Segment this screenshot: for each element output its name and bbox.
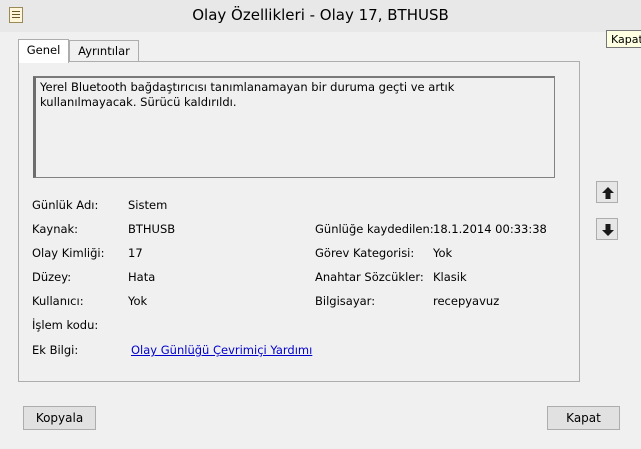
source-label: Kaynak: [32,222,79,236]
close-window-button[interactable] [601,0,641,32]
close-tooltip: Kapat [606,30,641,48]
keywords-value: Klasik [433,270,467,284]
online-help-link[interactable]: Olay Günlüğü Çevrimiçi Yardımı [131,343,312,357]
more-info-label: Ek Bilgi: [32,343,79,357]
opcode-label: İşlem kodu: [32,318,99,332]
user-value: Yok [128,294,148,308]
logged-label: Günlüğe kaydedilen: [315,222,434,236]
logged-value: 18.1.2014 00:33:38 [433,222,547,236]
log-name-value: Sistem [128,198,168,212]
close-button[interactable]: Kapat [547,406,620,430]
event-properties-window: Olay Özellikleri - Olay 17, BTHUSB Kapat… [0,0,641,449]
title-bar[interactable]: Olay Özellikleri - Olay 17, BTHUSB [0,0,641,32]
keywords-label: Anahtar Sözcükler: [315,270,424,284]
task-category-value: Yok [433,246,453,260]
user-label: Kullanıcı: [32,294,84,308]
general-tab-panel: Yerel Bluetooth bağdaştırıcısı tanımlana… [18,61,580,382]
computer-label: Bilgisayar: [315,294,376,308]
tab-general[interactable]: Genel [18,39,69,63]
arrow-down-icon [602,224,614,236]
log-name-label: Günlük Adı: [32,198,99,212]
source-value: BTHUSB [128,222,176,236]
next-event-button[interactable] [596,218,618,240]
level-value: Hata [128,270,156,284]
level-label: Düzey: [32,270,72,284]
window-title: Olay Özellikleri - Olay 17, BTHUSB [192,6,449,24]
task-category-label: Görev Kategorisi: [315,246,415,260]
event-id-value: 17 [128,246,143,260]
arrow-up-icon [602,187,614,199]
copy-button[interactable]: Kopyala [23,406,96,430]
computer-value: recepyavuz [433,294,500,308]
event-description-box[interactable]: Yerel Bluetooth bağdaştırıcısı tanımlana… [33,76,555,178]
tab-details[interactable]: Ayrıntılar [69,40,139,62]
event-id-label: Olay Kimliği: [32,246,105,260]
previous-event-button[interactable] [596,181,618,203]
